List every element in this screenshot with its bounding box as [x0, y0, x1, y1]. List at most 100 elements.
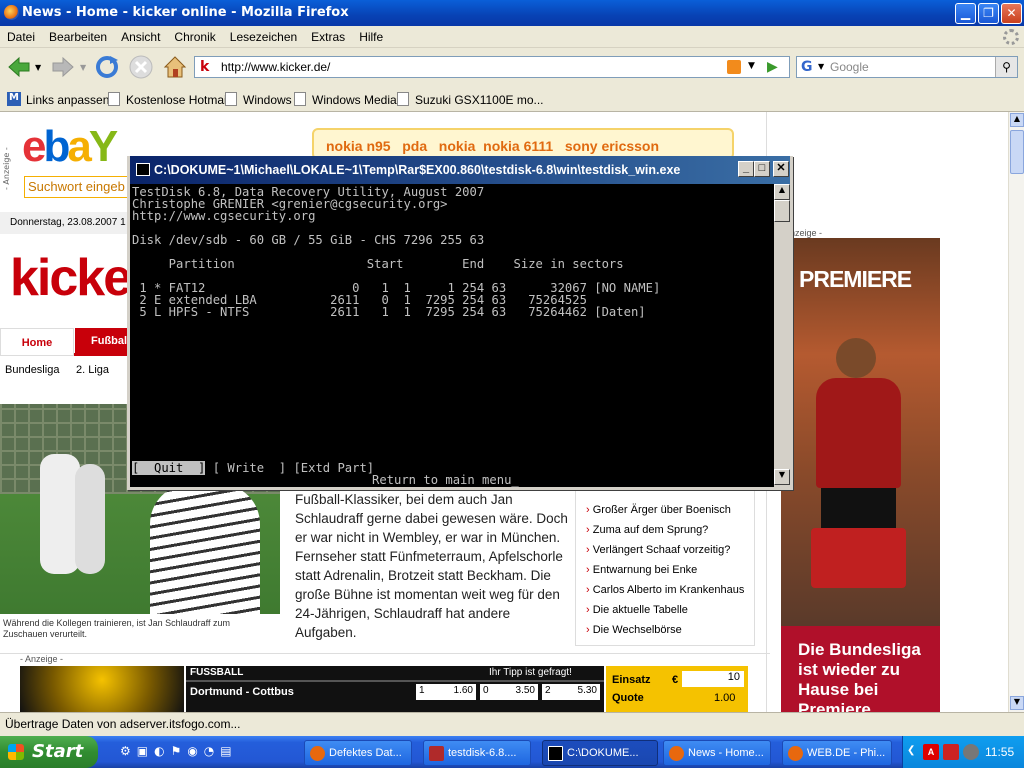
bookmark-suzuki[interactable]: Suzuki GSX1100E mo...: [415, 93, 544, 107]
console-maximize-button[interactable]: □: [754, 161, 770, 177]
scroll-thumb[interactable]: [1010, 130, 1024, 174]
console-title: C:\DOKUME~1\Michael\LOKALE~1\Temp\Rar$EX…: [154, 163, 681, 177]
msn-icon: M: [7, 92, 21, 106]
news-link[interactable]: › Großer Ärger über Boenisch: [586, 500, 744, 520]
page-icon: [108, 92, 120, 106]
console-hint: Return to main menu_: [372, 473, 519, 487]
bookmark-windows[interactable]: Windows: [243, 93, 292, 107]
quick-launch[interactable]: ⚙▣◐⚑◉◔▤: [120, 744, 270, 762]
url-dropdown-icon[interactable]: ▼: [748, 61, 755, 71]
reload-icon[interactable]: [94, 54, 120, 80]
search-input[interactable]: Google: [830, 60, 869, 74]
subnav-2-liga[interactable]: 2. Liga: [76, 364, 109, 376]
page-scrollbar[interactable]: ▲ ▼: [1008, 112, 1024, 712]
scroll-up-icon[interactable]: ▲: [1010, 113, 1024, 127]
menu-ansicht[interactable]: Ansicht: [114, 26, 167, 44]
console-minimize-button[interactable]: _: [738, 161, 754, 177]
menu-bar: Datei Bearbeiten Ansicht Chronik Lesezeichen…: [0, 26, 1024, 48]
news-link[interactable]: › Die aktuelle Tabelle: [586, 600, 744, 620]
betting-ad-image[interactable]: [20, 666, 184, 712]
ad-label-right: nzeige -: [790, 228, 823, 238]
stop-icon[interactable]: [128, 54, 154, 80]
console-scroll-down-icon[interactable]: ▼: [774, 469, 790, 485]
news-link[interactable]: › Verlängert Schaaf vorzeitig?: [586, 540, 744, 560]
url-bar[interactable]: k http://www.kicker.de/ ▼ ▶: [194, 56, 790, 78]
rss-feed-icon[interactable]: [727, 60, 741, 74]
back-dropdown-icon[interactable]: ▼: [35, 63, 41, 72]
page-icon: [225, 92, 237, 106]
task-news-home[interactable]: News - Home...: [663, 740, 771, 766]
start-button[interactable]: Start: [0, 736, 98, 768]
menu-chronik[interactable]: Chronik: [167, 26, 222, 44]
nav-home-tab[interactable]: Home: [0, 328, 74, 356]
forward-icon[interactable]: [50, 54, 76, 80]
quit-menu-option[interactable]: [ Quit ]: [132, 461, 206, 475]
ebay-logo[interactable]: ebaY: [22, 122, 118, 172]
ad-label-bottom: - Anzeige -: [20, 654, 64, 664]
odd-home[interactable]: 1 1.60: [416, 684, 476, 700]
menu-datei[interactable]: Datei: [0, 26, 42, 44]
close-button[interactable]: ✕: [1001, 3, 1022, 24]
tray-expand-icon[interactable]: ❮: [907, 745, 915, 756]
task-webde[interactable]: WEB.DE - Phi...: [782, 740, 892, 766]
console-line: 5 L HPFS - NTFS 2611 1 1 7295 254 63 752…: [132, 305, 646, 319]
task-testdisk-folder[interactable]: testdisk-6.8....: [423, 740, 531, 766]
testdisk-console-window[interactable]: C:\DOKUME~1\Michael\LOKALE~1\Temp\Rar$EX…: [127, 156, 793, 490]
console-output[interactable]: TestDisk 6.8, Data Recovery Utility, Aug…: [130, 184, 774, 487]
restore-button[interactable]: ❐: [978, 3, 999, 24]
system-tray: ❮ A 11:55: [902, 736, 1024, 768]
minimize-button[interactable]: ▁: [955, 3, 976, 24]
menu-bearbeiten[interactable]: Bearbeiten: [42, 26, 114, 44]
google-engine-icon[interactable]: G: [801, 59, 813, 75]
console-scroll-up-icon[interactable]: ▲: [774, 184, 790, 200]
menu-hilfe[interactable]: Hilfe: [352, 26, 390, 44]
forward-dropdown-icon[interactable]: ▼: [80, 63, 86, 72]
photo-caption: Während die Kollegen trainieren, ist Jan…: [3, 618, 230, 639]
extd-part-menu-option[interactable]: [Extd Part]: [293, 461, 374, 475]
date-text: Donnerstag, 23.08.2007 1: [0, 212, 130, 234]
firefox-icon: [4, 5, 19, 20]
page-icon: [294, 92, 306, 106]
url-text[interactable]: http://www.kicker.de/: [221, 60, 330, 74]
console-line: Disk /dev/sdb - 60 GB / 55 GiB - CHS 729…: [132, 233, 485, 247]
console-title-bar[interactable]: C:\DOKUME~1\Michael\LOKALE~1\Temp\Rar$EX…: [130, 156, 790, 184]
odd-draw[interactable]: 0 3.50: [480, 684, 538, 700]
subnav-bundesliga[interactable]: Bundesliga: [5, 364, 59, 376]
task-console[interactable]: C:\DOKUME...: [542, 740, 658, 766]
news-link[interactable]: › Zuma auf dem Sprung?: [586, 520, 744, 540]
bookmark-links-anpassen[interactable]: Links anpassen: [26, 93, 109, 107]
ad-label-vertical: - Anzeige -: [2, 147, 11, 190]
tray-app-icon[interactable]: [943, 744, 959, 760]
browser-title-bar: News - Home - kicker online - Mozilla Fi…: [0, 0, 1024, 26]
kicker-logo[interactable]: kicke: [10, 248, 132, 308]
bookmark-hotmail[interactable]: Kostenlose Hotmail: [126, 93, 229, 107]
odd-away[interactable]: 2 5.30: [542, 684, 600, 700]
console-scrollbar[interactable]: ▲ ▼: [774, 184, 790, 487]
back-icon[interactable]: [6, 54, 32, 80]
status-bar: Übertrage Daten von adserver.itsfogo.com…: [0, 712, 1024, 734]
news-link[interactable]: › Carlos Alberto im Krankenhaus: [586, 580, 744, 600]
clock[interactable]: 11:55: [985, 745, 1014, 759]
engine-dropdown-icon[interactable]: ▼: [818, 62, 824, 71]
console-close-button[interactable]: ✕: [773, 161, 789, 177]
premiere-promo[interactable]: Die Bundesliga ist wieder zu Hause bei P…: [781, 626, 940, 712]
stake-input[interactable]: 10: [682, 671, 744, 687]
search-bar[interactable]: G ▼ Google ⚲: [796, 56, 1018, 78]
home-icon[interactable]: [162, 54, 188, 80]
nav-fussball-tab[interactable]: Fußbal: [75, 328, 130, 356]
news-link[interactable]: › Entwarnung bei Enke: [586, 560, 744, 580]
speaker-icon[interactable]: [963, 744, 979, 760]
news-link[interactable]: › Die Wechselbörse: [586, 620, 744, 640]
search-icon[interactable]: ⚲: [995, 57, 1017, 77]
premiere-ad-image[interactable]: PREMIERE: [781, 238, 940, 626]
menu-lesezeichen[interactable]: Lesezeichen: [223, 26, 304, 44]
write-menu-option[interactable]: [ Write ]: [213, 461, 286, 475]
menu-extras[interactable]: Extras: [304, 26, 352, 44]
go-icon[interactable]: ▶: [767, 59, 778, 75]
task-defektes[interactable]: Defektes Dat...: [304, 740, 412, 766]
console-scroll-thumb[interactable]: [774, 200, 790, 222]
scroll-down-icon[interactable]: ▼: [1010, 696, 1024, 710]
bookmark-windows-media[interactable]: Windows Media: [312, 93, 397, 107]
antivir-icon[interactable]: A: [923, 744, 939, 760]
ebay-search-input[interactable]: Suchwort eingeb: [24, 176, 136, 198]
